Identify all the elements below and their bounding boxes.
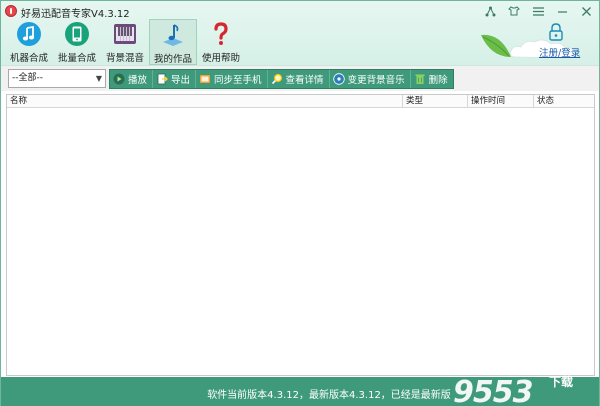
category-select[interactable]: --全部-- ▼: [8, 69, 106, 88]
sync-to-phone-button[interactable]: 同步至手机: [196, 70, 268, 88]
view-details-button[interactable]: 查看详情: [268, 70, 330, 88]
app-window: 好易迅配音专家V4.3.12 机器合成 批量合成 背景混音 我的作品 使用帮助 …: [0, 0, 600, 406]
app-title: 好易迅配音专家V4.3.12: [21, 9, 130, 20]
nav-label: 背景混音: [105, 53, 144, 64]
nav-machine-synthesis[interactable]: 机器合成: [5, 19, 53, 65]
nav-label: 机器合成: [9, 53, 48, 64]
play-button[interactable]: 播放: [110, 70, 154, 88]
skin-icon[interactable]: [507, 4, 521, 18]
export-button[interactable]: 导出: [153, 70, 197, 88]
nav-background-mix[interactable]: 背景混音: [101, 19, 149, 65]
question-icon: [208, 21, 234, 47]
category-selected-value: --全部--: [12, 73, 43, 83]
window-controls: [483, 3, 593, 19]
piano-icon: [112, 21, 138, 47]
folder-music-icon: [160, 22, 186, 48]
action-bar: 播放 导出 同步至手机 查看详情 变更背景音乐 删除: [109, 69, 454, 89]
nav-label: 使用帮助: [201, 53, 240, 64]
play-icon: [113, 73, 125, 85]
list-header: 名称 类型 操作时间 状态: [7, 95, 594, 108]
column-header-status[interactable]: 状态: [534, 96, 554, 107]
sync-phone-icon: [199, 73, 211, 85]
nav-label: 批量合成: [57, 53, 96, 64]
phone-icon: [64, 21, 90, 47]
works-list[interactable]: 名称 类型 操作时间 状态: [6, 94, 595, 376]
list-body[interactable]: [7, 108, 594, 375]
nav-batch-synthesis[interactable]: 批量合成: [53, 19, 101, 65]
login-register-link[interactable]: 注册/登录: [539, 45, 580, 59]
nav-label: 我的作品: [153, 54, 192, 65]
network-icon[interactable]: [483, 4, 497, 18]
nav-my-works[interactable]: 我的作品: [149, 19, 197, 65]
toolbar: --全部-- ▼ 播放 导出 同步至手机 查看详情 变更背景音乐 删除: [1, 65, 599, 91]
disc-icon: [332, 73, 345, 85]
lock-icon[interactable]: [548, 23, 564, 41]
column-header-type[interactable]: 类型: [403, 96, 423, 107]
export-icon: [156, 73, 168, 85]
trash-icon: [414, 73, 426, 85]
app-logo-icon: [5, 5, 17, 17]
nav-help[interactable]: 使用帮助: [197, 19, 245, 65]
view-details-label: 查看详情: [285, 75, 324, 86]
change-bgm-label: 变更背景音乐: [347, 75, 405, 86]
sync-to-phone-label: 同步至手机: [214, 75, 262, 86]
minimize-icon[interactable]: [555, 4, 569, 18]
magnifier-icon: [271, 73, 283, 85]
column-header-name[interactable]: 名称: [7, 96, 27, 107]
delete-button[interactable]: 删除: [411, 70, 453, 88]
column-header-time[interactable]: 操作时间: [468, 96, 505, 107]
delete-label: 删除: [428, 75, 448, 86]
change-bgm-button[interactable]: 变更背景音乐: [330, 70, 411, 88]
watermark-sub: 下载: [549, 375, 574, 389]
close-icon[interactable]: [579, 4, 593, 18]
menu-icon[interactable]: [531, 4, 545, 18]
music-note-icon: [16, 21, 42, 47]
title-bar[interactable]: 好易迅配音专家V4.3.12: [1, 1, 599, 21]
main-nav: 机器合成 批量合成 背景混音 我的作品 使用帮助: [5, 19, 245, 65]
watermark-logo: 9553: [453, 375, 533, 406]
header: 好易迅配音专家V4.3.12 机器合成 批量合成 背景混音 我的作品 使用帮助 …: [1, 1, 599, 65]
chevron-down-icon: ▼: [95, 74, 102, 83]
export-label: 导出: [171, 75, 191, 86]
play-label: 播放: [128, 75, 148, 86]
